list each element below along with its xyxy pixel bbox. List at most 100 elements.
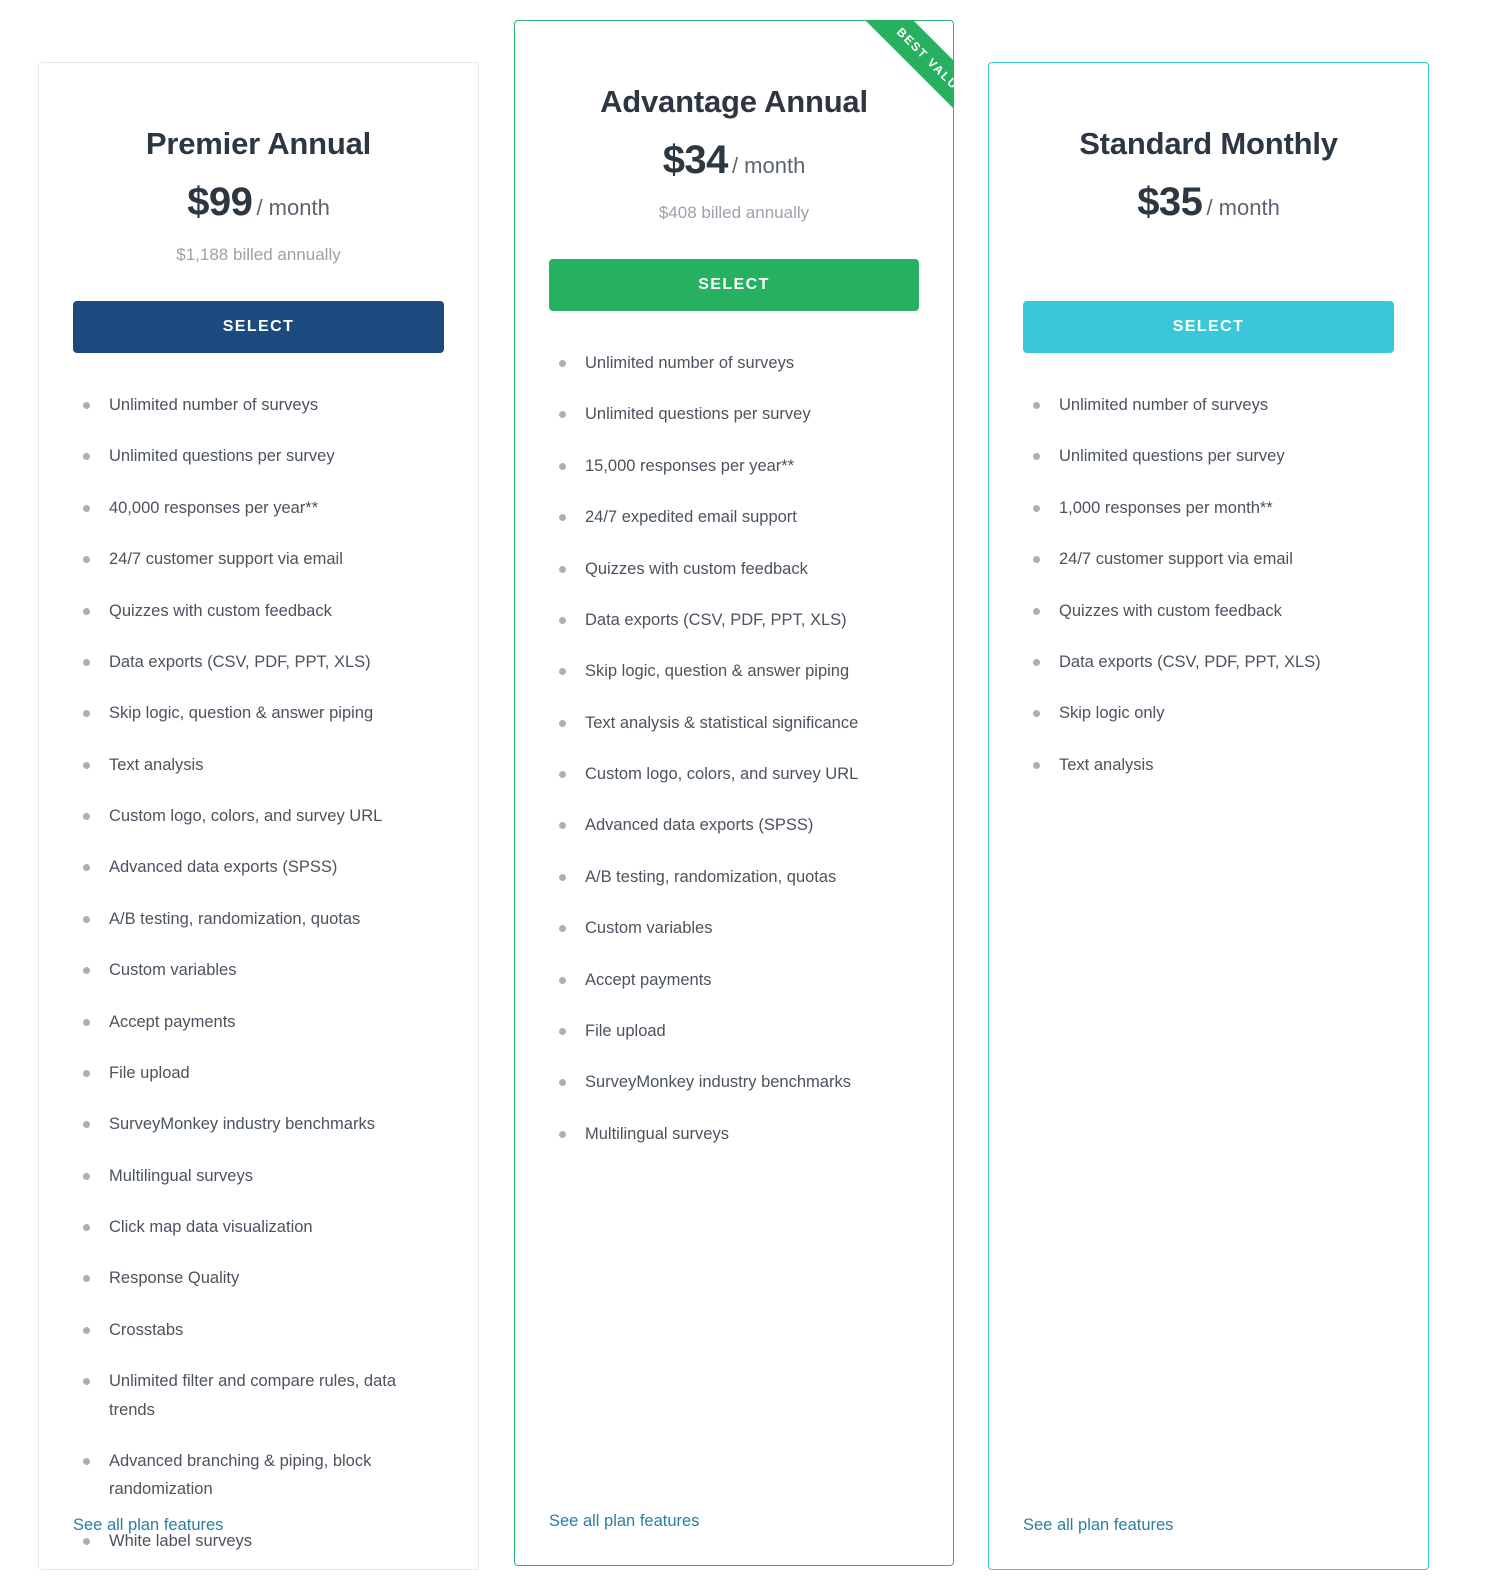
feature-label: Quizzes with custom feedback bbox=[585, 559, 808, 578]
bullet-icon bbox=[83, 915, 90, 923]
feature-item: Custom variables bbox=[555, 914, 919, 942]
bullet-icon bbox=[559, 976, 566, 984]
feature-label: Text analysis bbox=[109, 755, 204, 774]
bullet-icon bbox=[559, 1027, 566, 1035]
select-button-standard-monthly[interactable]: SELECT bbox=[1023, 301, 1394, 353]
feature-item: Unlimited number of surveys bbox=[1029, 391, 1394, 419]
bullet-icon bbox=[83, 1457, 90, 1465]
bullet-icon bbox=[1033, 504, 1040, 512]
feature-label: Advanced branching & piping, block rando… bbox=[109, 1451, 372, 1499]
feature-label: Skip logic only bbox=[1059, 704, 1165, 723]
see-all-plan-features-link[interactable]: See all plan features bbox=[73, 1516, 223, 1534]
feature-item: Accept payments bbox=[555, 966, 919, 994]
plan-billing-note: $1,188 billed annually bbox=[176, 245, 341, 264]
bullet-icon bbox=[559, 873, 566, 881]
feature-item: Response Quality bbox=[79, 1264, 444, 1292]
plan-footer: See all plan features bbox=[549, 1512, 699, 1531]
feature-item: Quizzes with custom feedback bbox=[79, 597, 444, 625]
bullet-icon bbox=[83, 1537, 90, 1545]
feature-label: Unlimited number of surveys bbox=[585, 354, 795, 372]
see-all-plan-features-link[interactable]: See all plan features bbox=[1023, 1516, 1173, 1534]
bullet-icon bbox=[83, 864, 90, 872]
feature-label: Text analysis bbox=[1059, 755, 1154, 774]
bullet-icon bbox=[559, 668, 566, 676]
plan-card-advantage-annual: BEST VALUE Advantage Annual $34/ month $… bbox=[514, 20, 954, 1566]
bullet-icon bbox=[559, 462, 566, 470]
bullet-icon bbox=[83, 761, 90, 769]
bullet-icon bbox=[1033, 761, 1040, 769]
bullet-icon bbox=[83, 1121, 90, 1129]
feature-item: Custom logo, colors, and survey URL bbox=[79, 802, 444, 830]
plan-price-amount: $34 bbox=[662, 138, 729, 182]
bullet-icon bbox=[83, 1224, 90, 1231]
plan-billing-note: $408 billed annually bbox=[658, 203, 810, 222]
bullet-icon bbox=[559, 514, 566, 522]
feature-label: Accept payments bbox=[585, 970, 712, 989]
feature-item: Quizzes with custom feedback bbox=[555, 555, 919, 583]
feature-item: Skip logic, question & answer piping bbox=[79, 699, 444, 727]
bullet-icon bbox=[1033, 607, 1040, 615]
feature-item: 15,000 responses per year** bbox=[555, 452, 919, 480]
feature-item: 40,000 responses per year** bbox=[79, 494, 444, 522]
feature-label: Custom logo, colors, and survey URL bbox=[585, 765, 859, 783]
bullet-icon bbox=[83, 1378, 90, 1386]
select-button-premier-annual[interactable]: SELECT bbox=[73, 301, 444, 353]
feature-label: Unlimited filter and compare rules, data… bbox=[109, 1372, 397, 1419]
bullet-icon bbox=[83, 607, 90, 615]
see-all-plan-features-link[interactable]: See all plan features bbox=[549, 1512, 699, 1530]
bullet-icon bbox=[1033, 556, 1040, 564]
feature-item: Data exports (CSV, PDF, PPT, XLS) bbox=[79, 648, 444, 676]
bullet-icon bbox=[1033, 658, 1040, 666]
plan-feature-list: Unlimited number of surveys Unlimited que… bbox=[1023, 391, 1394, 779]
feature-item: Unlimited filter and compare rules, data… bbox=[79, 1367, 444, 1424]
plan-price-amount: $35 bbox=[1137, 180, 1203, 224]
plan-billing-note bbox=[1023, 245, 1394, 267]
feature-label: Multilingual surveys bbox=[585, 1124, 729, 1143]
feature-label: Text analysis & statistical significance bbox=[585, 713, 859, 732]
feature-item: Crosstabs bbox=[79, 1316, 444, 1344]
feature-item: Skip logic only bbox=[1029, 699, 1394, 727]
feature-label: Custom variables bbox=[585, 919, 713, 938]
bullet-icon bbox=[83, 402, 90, 409]
bullet-icon bbox=[559, 719, 566, 727]
bullet-icon bbox=[559, 925, 566, 933]
feature-label: Skip logic, question & answer piping bbox=[109, 704, 374, 723]
bullet-icon bbox=[83, 556, 90, 564]
feature-label: Crosstabs bbox=[109, 1320, 184, 1339]
feature-label: Response Quality bbox=[109, 1269, 240, 1288]
feature-item: Data exports (CSV, PDF, PPT, XLS) bbox=[555, 606, 919, 634]
pricing-plans-container: Premier Annual $99/ month $1,188 billed … bbox=[0, 0, 1500, 1593]
feature-item: Text analysis & statistical significance bbox=[555, 709, 919, 737]
feature-item: Text analysis bbox=[1029, 751, 1394, 779]
plan-title: Standard Monthly bbox=[1079, 126, 1338, 161]
select-button-advantage-annual[interactable]: SELECT bbox=[549, 259, 919, 311]
bullet-icon bbox=[83, 1069, 90, 1077]
feature-label: Custom variables bbox=[109, 961, 237, 980]
feature-label: Accept payments bbox=[109, 1012, 236, 1031]
plan-price-row: $35/ month bbox=[1023, 180, 1394, 225]
bullet-icon bbox=[83, 658, 90, 666]
plan-title: Premier Annual bbox=[145, 126, 372, 161]
plan-price-period: / month bbox=[256, 195, 330, 220]
feature-label: File upload bbox=[585, 1021, 666, 1040]
feature-label: SurveyMonkey industry benchmarks bbox=[109, 1115, 375, 1134]
feature-label: A/B testing, randomization, quotas bbox=[585, 867, 837, 886]
feature-item: Custom variables bbox=[79, 956, 444, 984]
bullet-icon bbox=[1033, 453, 1040, 461]
feature-item: Unlimited questions per survey bbox=[555, 400, 919, 428]
feature-item: Custom logo, colors, and survey URL bbox=[555, 760, 919, 788]
feature-label: 24/7 expedited email support bbox=[585, 508, 797, 527]
feature-item: 24/7 customer support via email bbox=[1029, 545, 1394, 573]
plan-card-standard-monthly: Standard Monthly $35/ month SELECT Unlim… bbox=[988, 62, 1429, 1570]
feature-item: Quizzes with custom feedback bbox=[1029, 597, 1394, 625]
bullet-icon bbox=[83, 1172, 90, 1180]
feature-label: Unlimited number of surveys bbox=[109, 396, 319, 414]
feature-label: Click map data visualization bbox=[109, 1218, 313, 1236]
feature-label: 24/7 customer support via email bbox=[109, 550, 343, 569]
bullet-icon bbox=[559, 771, 566, 778]
bullet-icon bbox=[559, 360, 566, 367]
plan-footer: See all plan features bbox=[73, 1516, 223, 1535]
plan-price-row: $99/ month bbox=[73, 180, 444, 225]
feature-item: SurveyMonkey industry benchmarks bbox=[555, 1068, 919, 1096]
feature-item: Unlimited number of surveys bbox=[79, 391, 444, 419]
